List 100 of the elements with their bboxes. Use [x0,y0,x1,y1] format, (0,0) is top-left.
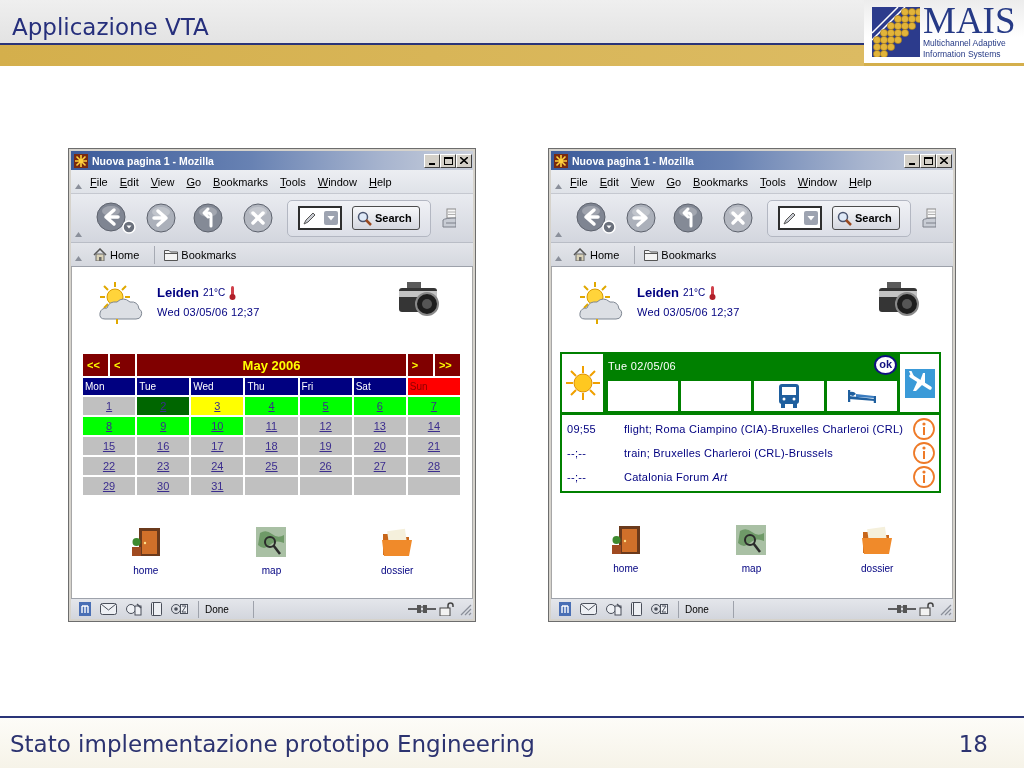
info-icon[interactable] [913,466,935,488]
previous-button[interactable]: << [83,354,109,376]
home-button[interactable]: Home [90,248,143,261]
menu-item[interactable]: File [86,174,112,189]
calendar-day[interactable]: 1 [83,397,136,415]
menu-item[interactable]: Go [662,174,686,189]
shortcut-link[interactable]: map [256,527,287,576]
calendar-day[interactable]: 18 [245,437,298,455]
bookmarks-button[interactable]: Bookmarks [161,248,240,261]
address-field[interactable] [778,206,822,230]
calendar-day[interactable]: 31 [191,477,244,495]
ok-badge[interactable]: ok [874,355,897,375]
menu-item[interactable]: Help [364,174,396,189]
close-button[interactable] [456,153,472,168]
info-icon[interactable] [913,418,935,440]
info-icon[interactable] [913,442,935,464]
calendar-day[interactable]: 14 [407,417,460,435]
calendar-day[interactable]: 10 [191,417,244,435]
resize-grip-icon[interactable] [458,602,472,616]
calendar-day[interactable]: 3 [191,397,244,415]
calendar-day[interactable]: 6 [353,397,406,415]
stop-button[interactable] [243,203,273,233]
print-button[interactable] [921,208,936,228]
menu-item[interactable]: Window [313,174,361,189]
calendar-day[interactable]: 13 [353,417,406,435]
toolbar-grip-icon[interactable] [555,256,562,261]
home-button[interactable]: Home [570,248,623,261]
calendar-day[interactable]: 7 [407,397,460,415]
reload-button[interactable] [673,203,703,233]
previous-button[interactable]: < [110,354,136,376]
calendar-day[interactable]: 25 [245,457,298,475]
toolbar-grip-icon[interactable] [75,232,82,237]
calendar-day[interactable]: 5 [299,397,352,415]
menu-item[interactable]: Tools [756,174,790,189]
menu-item[interactable]: Edit [595,174,623,189]
address-book-icon[interactable] [151,602,162,616]
toolbar-grip-icon[interactable] [75,184,82,189]
address-book-icon[interactable] [631,602,642,616]
calendar-day[interactable]: 23 [137,457,190,475]
calendar-day[interactable]: 4 [245,397,298,415]
minimize-button[interactable] [904,153,920,168]
calendar-day[interactable]: 30 [137,477,190,495]
calendar-day[interactable]: 8 [83,417,136,435]
shortcut-link[interactable]: home [130,527,161,576]
search-button[interactable]: Search [352,206,420,230]
forward-button[interactable] [146,203,176,233]
mail-icon[interactable] [100,603,117,615]
calendar-day[interactable]: 15 [83,437,136,455]
maximize-button[interactable] [440,153,456,168]
shortcut-link[interactable]: dossier [861,525,894,574]
calendar-day[interactable]: 21 [407,437,460,455]
stop-button[interactable] [723,203,753,233]
toolbar-grip-icon[interactable] [555,184,562,189]
chat-icon[interactable] [651,603,668,615]
minimize-button[interactable] [424,153,440,168]
shortcut-link[interactable]: map [736,525,767,574]
search-button[interactable]: Search [832,206,900,230]
close-button[interactable] [936,153,952,168]
shortcut-link[interactable]: home [610,525,641,574]
calendar-day[interactable]: 28 [407,457,460,475]
composer-icon[interactable] [606,602,622,616]
maximize-button[interactable] [920,153,936,168]
forward-button[interactable] [626,203,656,233]
calendar-day[interactable]: 11 [245,417,298,435]
menu-item[interactable]: Go [182,174,206,189]
calendar-day[interactable]: 12 [299,417,352,435]
menu-item[interactable]: View [146,174,179,189]
menu-item[interactable]: Bookmarks [209,174,273,189]
calendar-day[interactable]: 17 [191,437,244,455]
calendar-day[interactable]: 26 [299,457,352,475]
toolbar-grip-icon[interactable] [75,256,82,261]
next-button[interactable]: > [407,354,433,376]
menu-item[interactable]: File [566,174,592,189]
calendar-day[interactable]: 19 [299,437,352,455]
navigator-icon[interactable] [559,602,571,616]
toolbar-grip-icon[interactable] [555,232,562,237]
calendar-day[interactable]: 29 [83,477,136,495]
calendar-day[interactable]: 27 [353,457,406,475]
shortcut-link[interactable]: dossier [381,527,414,576]
chat-icon[interactable] [171,603,188,615]
back-button[interactable] [96,202,136,234]
composer-icon[interactable] [126,602,142,616]
reload-button[interactable] [193,203,223,233]
calendar-day[interactable]: 24 [191,457,244,475]
print-button[interactable] [441,208,456,228]
menu-item[interactable]: Tools [276,174,310,189]
next-button[interactable]: >> [434,354,460,376]
menu-item[interactable]: Help [844,174,876,189]
calendar-day[interactable]: 9 [137,417,190,435]
menu-item[interactable]: Window [793,174,841,189]
menu-item[interactable]: Edit [115,174,143,189]
calendar-day[interactable]: 20 [353,437,406,455]
navigator-icon[interactable] [79,602,91,616]
address-field[interactable] [298,206,342,230]
menu-item[interactable]: View [626,174,659,189]
back-button[interactable] [576,202,616,234]
menu-item[interactable]: Bookmarks [689,174,753,189]
calendar-day[interactable]: 22 [83,457,136,475]
mail-icon[interactable] [580,603,597,615]
bookmarks-button[interactable]: Bookmarks [641,248,720,261]
